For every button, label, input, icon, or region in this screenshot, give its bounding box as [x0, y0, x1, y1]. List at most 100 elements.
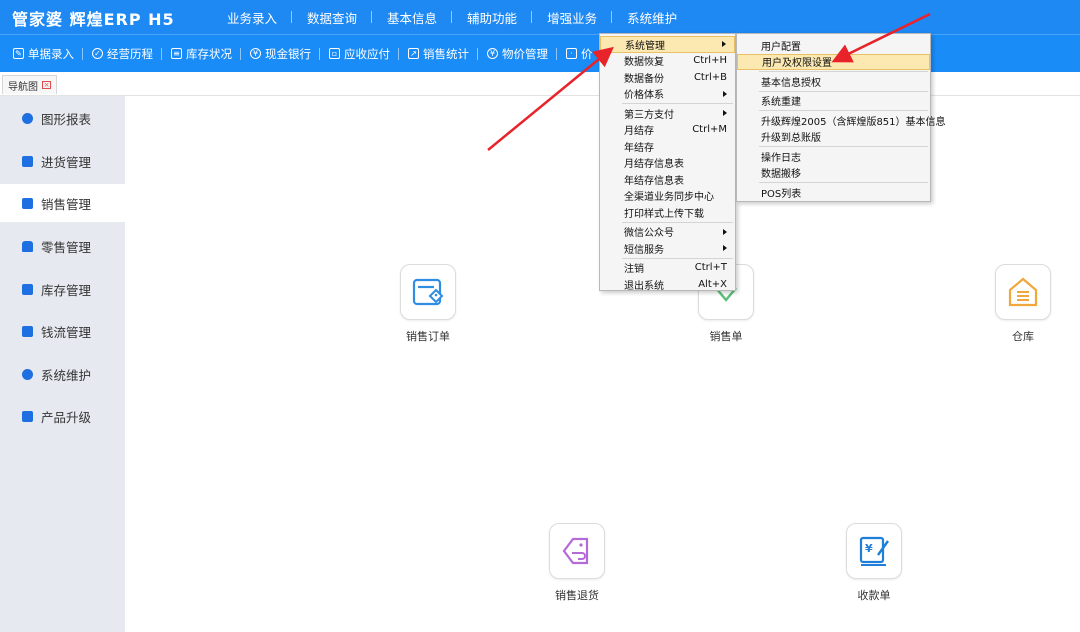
- sidebar-item-sales[interactable]: 销售管理: [0, 184, 125, 222]
- receivable-icon: ▫: [329, 48, 340, 59]
- warehouse-icon: [995, 264, 1051, 320]
- nav-basic-info[interactable]: 基本信息: [372, 8, 453, 27]
- toolbar-business-history[interactable]: ✓ 经营历程: [83, 46, 162, 62]
- menu-item-label: 月结存: [624, 126, 654, 138]
- menu-item-data-backup[interactable]: 数据备份 Ctrl+B: [600, 69, 735, 86]
- settings-icon: [22, 368, 33, 380]
- sidebar-item-label: 进货管理: [41, 154, 92, 170]
- toolbar-label: 单据录入: [28, 46, 74, 61]
- sidebar: 图形报表 进货管理 销售管理 零售管理 库存管理 钱流管理 系统维护 产品升级: [0, 96, 125, 632]
- tile-receipt[interactable]: ¥ 收款单: [834, 523, 914, 603]
- menu-item-label: 退出系统: [624, 280, 664, 292]
- nav-aux-functions[interactable]: 辅助功能: [452, 8, 533, 27]
- menu-item-label: 全渠道业务同步中心: [624, 192, 714, 204]
- sales-order-icon: [400, 264, 456, 320]
- menu-item-data-migration[interactable]: 数据搬移: [737, 165, 930, 182]
- menu-item-label: 短信服务: [624, 244, 664, 256]
- calendar-icon: ≡: [171, 48, 182, 59]
- menu-item-user-config[interactable]: 用户配置: [737, 37, 930, 54]
- menu-item-third-party-payment[interactable]: 第三方支付: [600, 105, 735, 122]
- tile-sales-order[interactable]: 销售订单: [388, 264, 468, 344]
- purchase-icon: [22, 155, 33, 167]
- tab-navigation-map[interactable]: 导航图 ×: [2, 75, 57, 94]
- toolbar-price-management[interactable]: ¥ 物价管理: [478, 46, 557, 62]
- menu-item-label: 升级到总账版: [761, 133, 821, 145]
- tile-sales-return[interactable]: 销售退货: [537, 523, 617, 603]
- tag-icon: ·: [566, 48, 577, 59]
- system-maintenance-menu: 系统管理 数据恢复 Ctrl+H 数据备份 Ctrl+B 价格体系 第三方支付 月结…: [599, 33, 736, 293]
- menu-item-omnichannel-sync[interactable]: 全渠道业务同步中心: [600, 188, 735, 205]
- submenu-arrow-icon: [723, 90, 727, 97]
- toolbar-receivable-payable[interactable]: ▫ 应收应付: [320, 46, 399, 62]
- app-logo: 管家婆 辉煌ERP H5: [12, 10, 175, 29]
- toolbar-sales-stats[interactable]: ↗ 销售统计: [399, 46, 478, 62]
- menu-item-label: 用户及权限设置: [762, 58, 832, 70]
- toolbar-doc-entry[interactable]: ✎ 单据录入: [4, 46, 83, 62]
- menu-item-system-rebuild[interactable]: 系统重建: [737, 93, 930, 110]
- menu-item-basic-info-authorization[interactable]: 基本信息授权: [737, 73, 930, 90]
- toolbar-label: 销售统计: [423, 46, 469, 61]
- price-icon: ¥: [487, 48, 498, 59]
- sidebar-item-upgrade[interactable]: 产品升级: [0, 397, 125, 435]
- nav-enhanced-business[interactable]: 增强业务: [532, 8, 613, 27]
- menu-item-system-management[interactable]: 系统管理: [600, 36, 735, 53]
- menu-item-yearly-closing-report[interactable]: 年结存信息表: [600, 171, 735, 188]
- sidebar-item-purchase[interactable]: 进货管理: [0, 142, 125, 180]
- menu-separator: [622, 103, 733, 104]
- menu-item-label: 用户配置: [761, 41, 801, 53]
- menu-item-yearly-closing[interactable]: 年结存: [600, 138, 735, 155]
- sidebar-item-inventory[interactable]: 库存管理: [0, 270, 125, 308]
- toolbar-label: 经营历程: [107, 46, 153, 61]
- sales-return-icon: [549, 523, 605, 579]
- menu-shortcut: Ctrl+T: [694, 262, 727, 274]
- menu-item-exit[interactable]: 退出系统 Alt+X: [600, 276, 735, 293]
- menu-item-user-permission-settings[interactable]: 用户及权限设置: [737, 53, 930, 70]
- chart-icon: ↗: [408, 48, 419, 59]
- sidebar-item-retail[interactable]: 零售管理: [0, 227, 125, 265]
- menu-item-logout[interactable]: 注销 Ctrl+T: [600, 260, 735, 277]
- sidebar-item-system-maintenance[interactable]: 系统维护: [0, 355, 125, 393]
- nav-data-query[interactable]: 数据查询: [292, 8, 373, 27]
- cashflow-icon: [22, 325, 33, 337]
- menu-item-pos-list[interactable]: POS列表: [737, 184, 930, 201]
- sidebar-item-label: 系统维护: [41, 367, 92, 383]
- sidebar-item-label: 图形报表: [41, 111, 92, 127]
- menu-item-upgrade-ledger[interactable]: 升级到总账版: [737, 129, 930, 146]
- close-icon[interactable]: ×: [42, 81, 51, 89]
- menu-item-upgrade-2005[interactable]: 升级辉煌2005（含辉煌版851）基本信息: [737, 112, 946, 129]
- submenu-arrow-icon: [723, 228, 727, 235]
- menu-shortcut: Ctrl+B: [693, 71, 727, 83]
- nav-business-entry[interactable]: 业务录入: [212, 8, 293, 27]
- retail-icon: [22, 240, 33, 252]
- receipt-icon: ¥: [846, 523, 902, 579]
- chart-icon: [22, 112, 33, 124]
- toolbar-stock-status[interactable]: ≡ 库存状况: [162, 46, 241, 62]
- menu-separator: [622, 257, 733, 259]
- menu-item-label: 数据搬移: [761, 169, 801, 181]
- menu-item-label: POS列表: [761, 188, 802, 200]
- menu-item-monthly-closing[interactable]: 月结存 Ctrl+M: [600, 122, 735, 139]
- menu-item-print-style-transfer[interactable]: 打印样式上传下载: [600, 204, 735, 221]
- tile-label: 销售单: [709, 330, 743, 343]
- nav-system-maintenance[interactable]: 系统维护: [612, 8, 692, 27]
- sidebar-item-cashflow[interactable]: 钱流管理: [0, 312, 125, 350]
- menu-item-label: 月结存信息表: [624, 159, 684, 171]
- menu-item-monthly-closing-report[interactable]: 月结存信息表: [600, 155, 735, 172]
- menu-item-label: 数据备份: [624, 73, 664, 85]
- tile-label: 仓库: [1012, 330, 1034, 343]
- menu-item-data-restore[interactable]: 数据恢复 Ctrl+H: [600, 53, 735, 70]
- sidebar-item-label: 库存管理: [41, 282, 92, 298]
- toolbar-price-partial[interactable]: · 价: [557, 46, 602, 62]
- menu-shortcut: Alt+X: [698, 278, 727, 290]
- toolbar-cash-bank[interactable]: ¥ 现金银行: [241, 46, 320, 62]
- menu-shortcut: Ctrl+M: [692, 124, 727, 136]
- menu-separator: [759, 71, 928, 72]
- menu-item-price-system[interactable]: 价格体系: [600, 86, 735, 103]
- menu-item-label: 升级辉煌2005（含辉煌版851）基本信息: [761, 116, 946, 128]
- tab-label: 导航图: [8, 81, 38, 93]
- tile-warehouse[interactable]: 仓库: [983, 264, 1063, 344]
- sidebar-item-graph-reports[interactable]: 图形报表: [0, 99, 125, 137]
- menu-item-sms-service[interactable]: 短信服务: [600, 240, 735, 257]
- menu-item-operation-log[interactable]: 操作日志: [737, 148, 930, 165]
- menu-item-wechat-account[interactable]: 微信公众号: [600, 224, 735, 241]
